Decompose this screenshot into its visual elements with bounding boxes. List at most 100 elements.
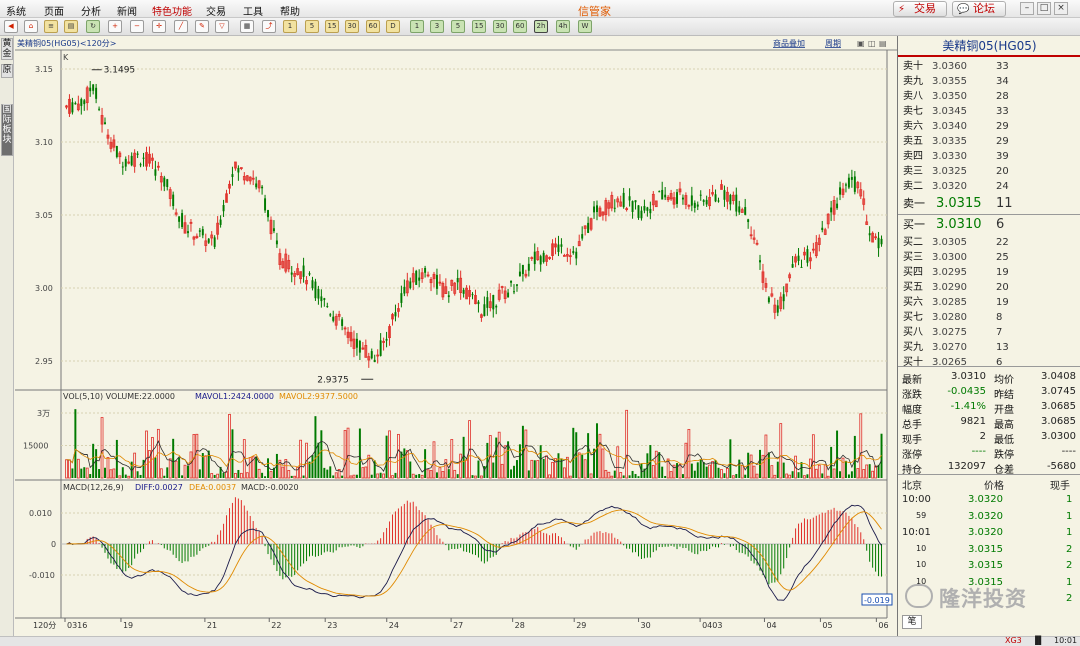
bid-row[interactable]: 买一 3.0310 6 <box>900 217 1078 232</box>
folder-icon[interactable]: ▤ <box>64 20 78 33</box>
minimize-icon[interactable]: – <box>1020 2 1034 15</box>
ask-volume: 29 <box>996 121 1009 132</box>
ask-row[interactable]: 卖七 3.0345 33 <box>900 104 1078 119</box>
chart-background <box>15 36 897 636</box>
period-1-icon[interactable]: 1 <box>410 20 424 33</box>
period-5-icon[interactable]: 5 <box>451 20 465 33</box>
menu-system[interactable]: 系统 <box>6 3 26 18</box>
back-icon[interactable]: ◀ <box>4 20 18 33</box>
period-60-icon[interactable]: 60 <box>513 20 527 33</box>
bid-row[interactable]: 买七 3.0280 8 <box>900 310 1078 325</box>
candle-body <box>495 305 498 308</box>
menu-features[interactable]: 特色功能 <box>152 3 192 18</box>
ask-row[interactable]: 卖八 3.0350 28 <box>900 89 1078 104</box>
refresh-icon[interactable]: ↻ <box>86 20 100 33</box>
volume-bar <box>868 464 871 478</box>
draw-line-icon[interactable]: ╱ <box>174 20 188 33</box>
volume-bar <box>314 416 317 478</box>
ask-row[interactable]: 卖二 3.0320 24 <box>900 179 1078 194</box>
table-icon[interactable]: ▦ <box>240 20 254 33</box>
candle-body <box>738 206 741 213</box>
list-icon[interactable]: ≡ <box>44 20 58 33</box>
period-30-icon[interactable]: 30 <box>493 20 507 33</box>
bid-price: 3.0295 <box>932 267 967 278</box>
price-tick-label: 3.10 <box>35 138 53 147</box>
candle-body <box>332 316 335 321</box>
trade-button-label: 交易 <box>914 2 936 15</box>
home-icon[interactable]: ⌂ <box>24 20 38 33</box>
bid-price: 3.0275 <box>932 327 967 338</box>
close-icon[interactable]: × <box>1054 2 1068 15</box>
filter-icon[interactable]: ▽ <box>215 20 229 33</box>
menu-help[interactable]: 帮助 <box>280 3 300 18</box>
bid-row[interactable]: 买五 3.0290 20 <box>900 280 1078 295</box>
forum-button[interactable]: 💬 论坛 <box>952 1 1006 17</box>
zoom-out-icon[interactable]: − <box>130 20 144 33</box>
volume-tick-label: 15000 <box>23 442 48 451</box>
ask-row[interactable]: 卖一 3.0315 11 <box>900 196 1078 211</box>
ask-row[interactable]: 卖六 3.0340 29 <box>900 119 1078 134</box>
volume-bar <box>71 468 74 478</box>
ask-row[interactable]: 卖九 3.0355 34 <box>900 74 1078 89</box>
stat-value: 3.0408 <box>1041 371 1076 382</box>
bid-row[interactable]: 买八 3.0275 7 <box>900 325 1078 340</box>
side-tab-raw[interactable]: 原 <box>1 64 13 78</box>
bid-row[interactable]: 买三 3.0300 25 <box>900 250 1078 265</box>
chart-icon[interactable]: ⤴ <box>262 20 276 33</box>
menu-analysis[interactable]: 分析 <box>81 3 101 18</box>
volume-bar <box>572 427 575 478</box>
bid-row[interactable]: 买十 3.0265 6 <box>900 355 1078 370</box>
high-label: 3.1495 <box>104 66 136 76</box>
volume-bar <box>320 430 323 478</box>
chart-area[interactable]: 美精铜05(HG05)<120分> 商品叠加 周期 ▣ ◫ ▤ K 3.15 3.10 3.05 3… <box>15 36 897 636</box>
candle-body <box>699 194 702 196</box>
maximize-icon[interactable]: □ <box>1037 2 1051 15</box>
period-week-icon[interactable]: W <box>578 20 592 33</box>
stat-label: 跌停 <box>994 450 1014 461</box>
period-30min-icon[interactable]: 30 <box>345 20 359 33</box>
menu-tools[interactable]: 工具 <box>243 3 263 18</box>
candle-body <box>207 238 210 243</box>
period-1min-icon[interactable]: 1 <box>283 20 297 33</box>
side-tab-international[interactable]: 国际板块 <box>1 104 13 156</box>
trade-button[interactable]: ⚡ 交易 <box>893 1 947 17</box>
bid-row[interactable]: 买四 3.0295 19 <box>900 265 1078 280</box>
bid-row[interactable]: 买六 3.0285 19 <box>900 295 1078 310</box>
ask-row[interactable]: 卖十 3.0360 33 <box>900 59 1078 74</box>
stat-value: 132097 <box>947 461 986 472</box>
candle-body <box>314 281 317 299</box>
period-15min-icon[interactable]: 15 <box>325 20 339 33</box>
menu-trade[interactable]: 交易 <box>206 3 226 18</box>
volume-bar <box>696 462 699 478</box>
period-5min-icon[interactable]: 5 <box>305 20 319 33</box>
period-60min-icon[interactable]: 60 <box>366 20 380 33</box>
menu-page[interactable]: 页面 <box>44 3 64 18</box>
bid-price: 3.0265 <box>932 357 967 368</box>
crosshair-icon[interactable]: ✛ <box>152 20 166 33</box>
zoom-in-icon[interactable]: + <box>108 20 122 33</box>
tab-trades[interactable]: 笔 <box>902 615 922 629</box>
pen-icon[interactable]: ✎ <box>195 20 209 33</box>
ask-row[interactable]: 卖三 3.0325 20 <box>900 164 1078 179</box>
side-tab-gold[interactable]: 黄金 <box>1 38 13 60</box>
bid-row[interactable]: 买九 3.0270 13 <box>900 340 1078 355</box>
candle-body <box>507 292 510 298</box>
period-day-icon[interactable]: D <box>386 20 400 33</box>
bid-volume: 6 <box>996 217 1005 232</box>
bid-row[interactable]: 买二 3.0305 22 <box>900 235 1078 250</box>
period-15-icon[interactable]: 15 <box>472 20 486 33</box>
ask-row[interactable]: 卖五 3.0335 29 <box>900 134 1078 149</box>
kline-chart[interactable]: 美精铜05(HG05)<120分> 商品叠加 周期 ▣ ◫ ▤ K 3.15 3.10 3.05 3… <box>15 36 897 636</box>
date-tick-label: 23 <box>327 621 337 630</box>
stat-label: 开盘 <box>994 405 1014 416</box>
candle-body <box>95 87 98 99</box>
quote-panel: 美精铜05(HG05) 卖十 3.0360 33 卖九 3.0355 34 卖八 3.0350… <box>897 36 1080 636</box>
ask-row[interactable]: 卖四 3.0330 39 <box>900 149 1078 164</box>
period-4h-icon[interactable]: 4h <box>556 20 570 33</box>
period-3-icon[interactable]: 3 <box>430 20 444 33</box>
volume-bar <box>267 458 269 478</box>
menu-news[interactable]: 新闻 <box>117 3 137 18</box>
period-120-icon[interactable]: 2h <box>534 20 548 33</box>
candle-body <box>702 200 705 202</box>
tick-volume: 2 <box>1066 593 1073 604</box>
